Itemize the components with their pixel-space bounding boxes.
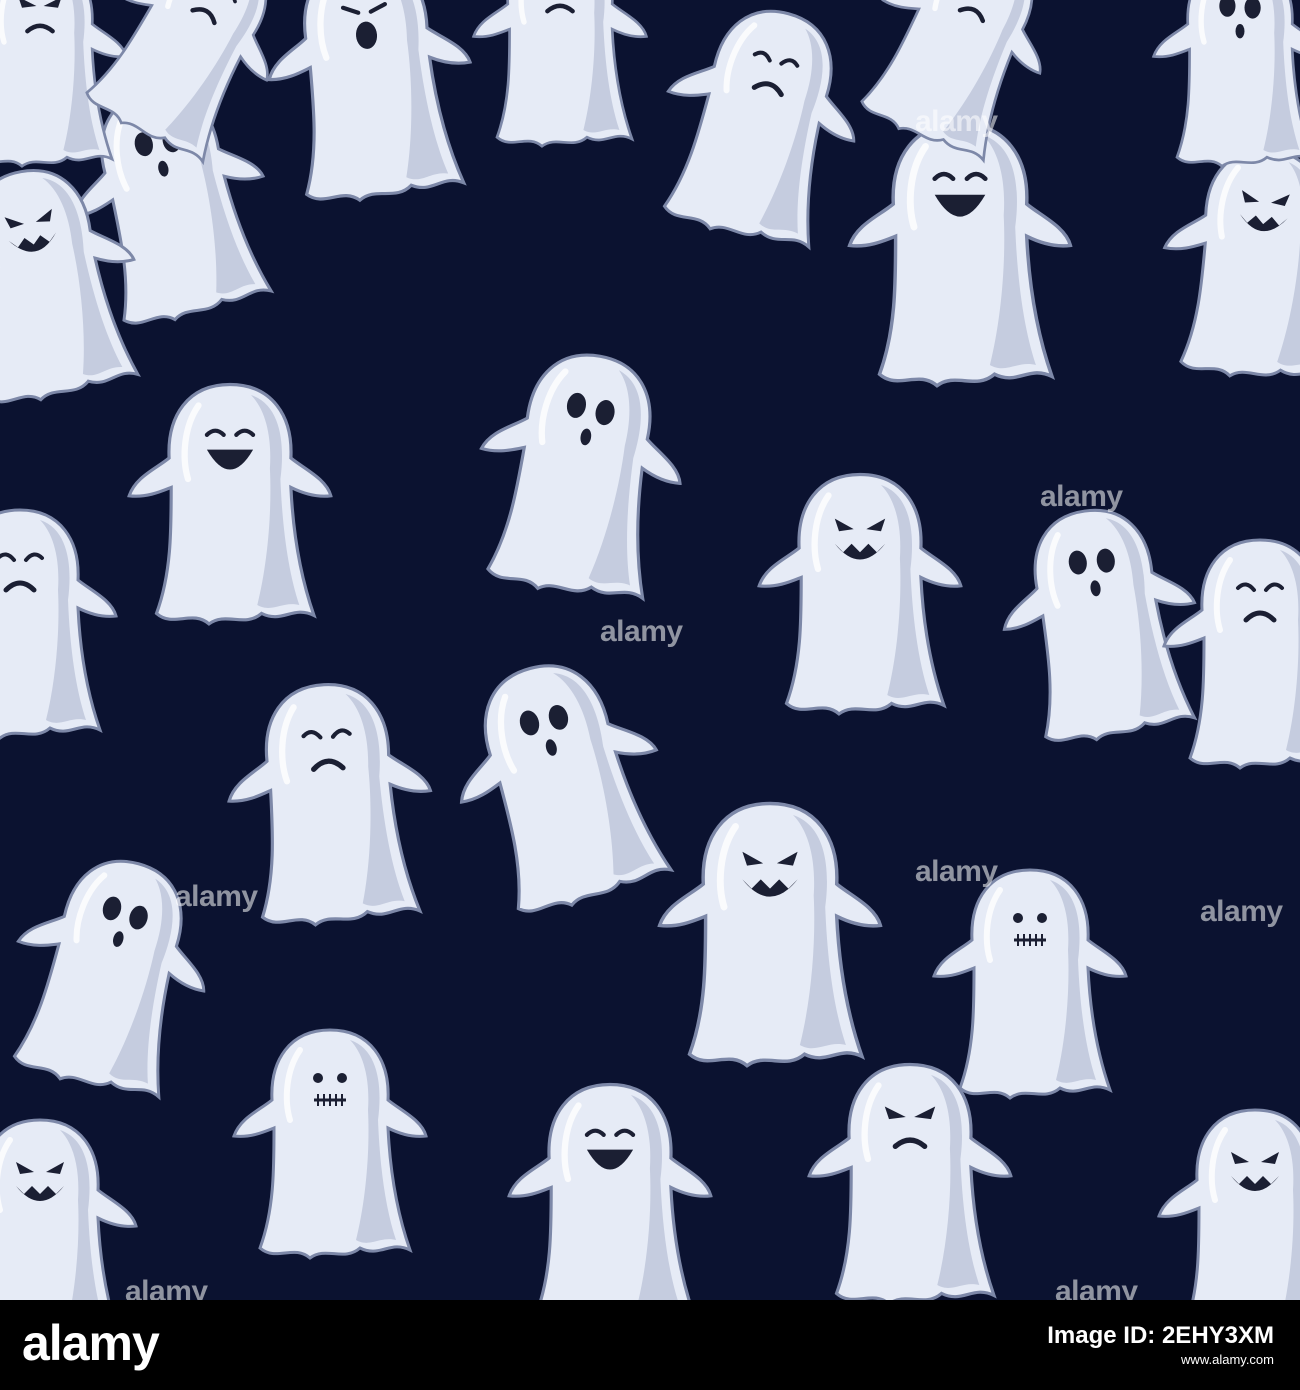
ghost-pattern [0,0,1300,1300]
footer-logo[interactable]: alamy [22,1314,160,1372]
stock-photo-footer: alamy Image ID: 2EHY3XM www.alamy.com [0,1300,1300,1390]
ghost-pattern-canvas [0,0,1300,1300]
footer-image-id: Image ID: 2EHY3XM [1047,1322,1274,1349]
footer-url[interactable]: www.alamy.com [1047,1350,1274,1369]
footer-image-info: Image ID: 2EHY3XM www.alamy.com [1047,1322,1274,1369]
